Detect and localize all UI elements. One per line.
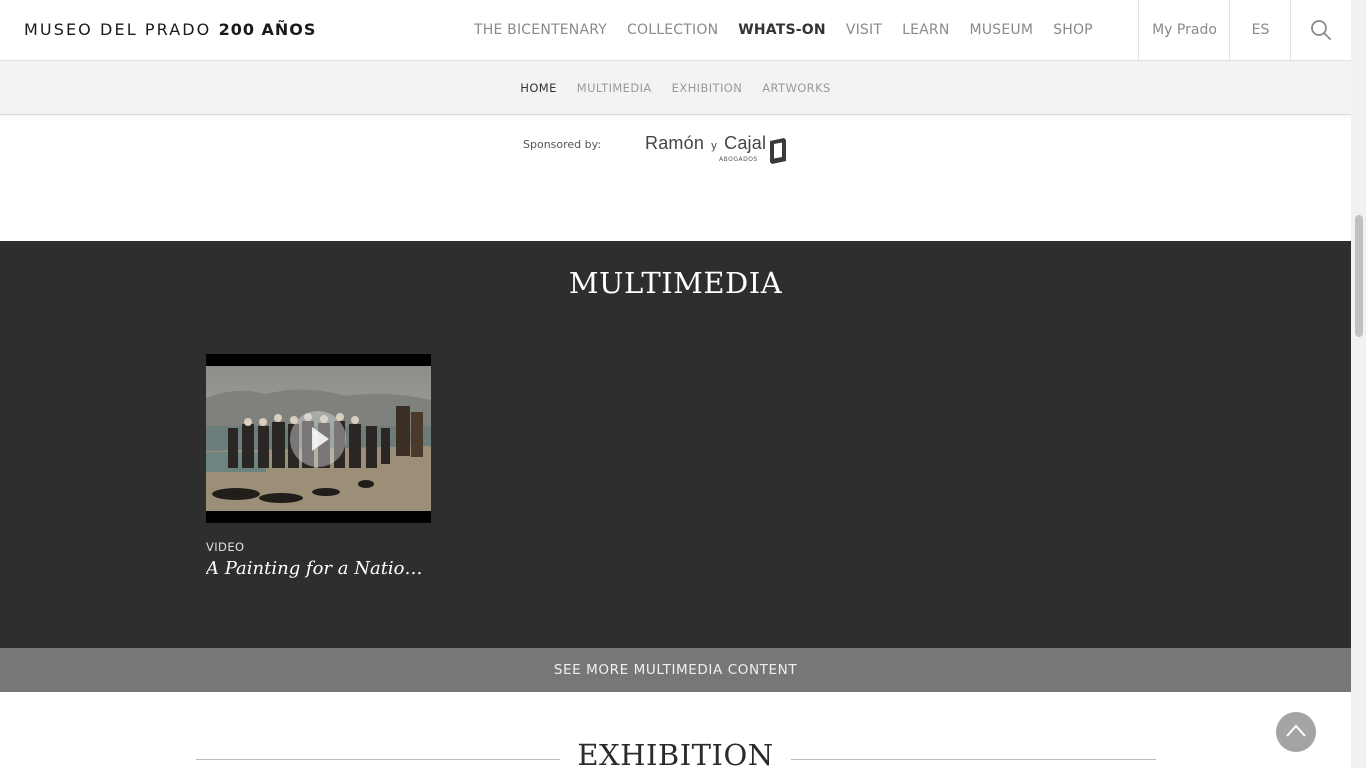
video-card[interactable]: VIDEO A Painting for a Nation. T... (206, 354, 431, 579)
nav-item-collection[interactable]: COLLECTION (627, 22, 718, 38)
main-nav: THE BICENTENARY COLLECTION WHATS-ON VISI… (464, 0, 1103, 60)
sponsor-name-part2: Cajal (724, 133, 767, 153)
scrollbar-thumb[interactable] (1355, 215, 1363, 337)
exhibition-title: EXHIBITION (577, 738, 774, 768)
subnav-item-home[interactable]: HOME (520, 81, 557, 95)
language-switch[interactable]: ES (1229, 0, 1291, 60)
search-icon (1311, 20, 1331, 40)
sponsor-logo[interactable]: Ramón y Cajal ABOGADOS (645, 133, 786, 164)
subnav-item-multimedia[interactable]: MULTIMEDIA (577, 81, 652, 95)
nav-item-bicentenary[interactable]: THE BICENTENARY (474, 22, 607, 38)
subnav-item-exhibition[interactable]: EXHIBITION (672, 81, 743, 95)
divider-right (791, 759, 1156, 760)
sponsor-label: Sponsored by: (523, 138, 602, 151)
card-title[interactable]: A Painting for a Nation. T... (206, 558, 431, 579)
sponsor-name: Ramón y Cajal (645, 133, 766, 153)
subnav-item-artworks[interactable]: ARTWORKS (762, 81, 831, 95)
multimedia-section: MULTIMEDIA VIDEO A Painting for a Nation… (0, 241, 1351, 648)
sponsor-mark-icon (770, 138, 786, 164)
section-subnav: HOME MULTIMEDIA EXHIBITION ARTWORKS (0, 61, 1351, 115)
back-to-top-button[interactable] (1276, 712, 1316, 752)
sponsor-name-y: y (711, 140, 717, 152)
sponsor-row: Sponsored by: Ramón y Cajal ABOGADOS (0, 130, 1351, 170)
logo-bold-text: 200 AÑOS (218, 20, 317, 39)
sponsor-subtitle: ABOGADOS (719, 156, 758, 163)
multimedia-title: MULTIMEDIA (568, 266, 783, 300)
play-icon[interactable] (290, 411, 346, 467)
logo-text: MUSEO DEL PRADO (24, 20, 212, 39)
page-scrollbar[interactable] (1351, 0, 1366, 768)
exhibition-section: EXHIBITION (0, 730, 1351, 768)
nav-item-whats-on[interactable]: WHATS-ON (738, 22, 826, 38)
site-logo[interactable]: MUSEO DEL PRADO 200 AÑOS (24, 20, 316, 39)
nav-item-learn[interactable]: LEARN (902, 22, 949, 38)
chevron-up-icon (1286, 724, 1306, 737)
my-prado-link[interactable]: My Prado (1138, 0, 1230, 60)
video-thumbnail[interactable] (206, 354, 431, 523)
see-more-multimedia-button[interactable]: SEE MORE MULTIMEDIA CONTENT (0, 648, 1351, 692)
nav-item-visit[interactable]: VISIT (846, 22, 882, 38)
card-type-label: VIDEO (206, 540, 245, 554)
nav-item-museum[interactable]: MUSEUM (970, 22, 1034, 38)
nav-item-shop[interactable]: SHOP (1053, 22, 1093, 38)
search-button[interactable] (1290, 0, 1351, 60)
sponsor-name-part1: Ramón (645, 133, 705, 153)
top-header: MUSEO DEL PRADO 200 AÑOS THE BICENTENARY… (0, 0, 1351, 61)
